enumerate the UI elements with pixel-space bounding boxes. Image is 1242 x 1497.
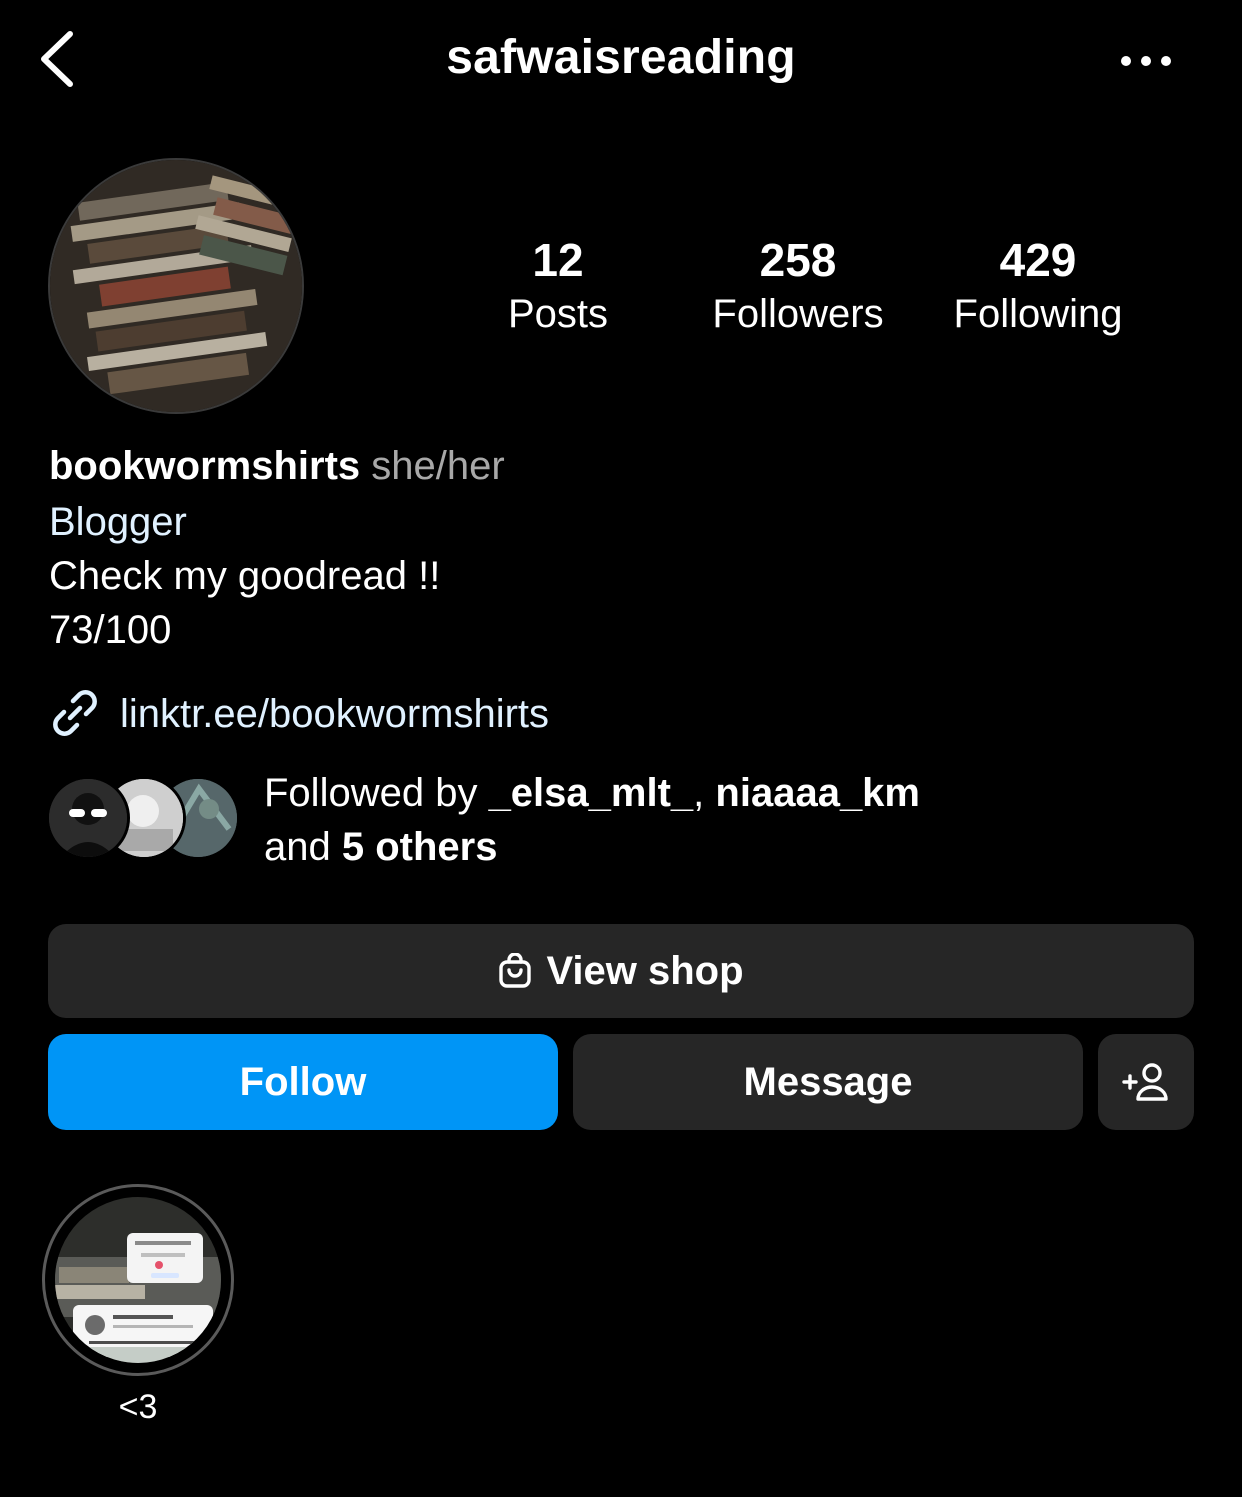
stat-following[interactable]: 429 Following — [918, 232, 1158, 340]
followers-label: Followers — [712, 292, 884, 336]
bio-text-line-1: Check my goodread !! — [49, 554, 441, 598]
mutual-others-count[interactable]: 5 others — [342, 825, 498, 869]
mutual-avatar-1 — [46, 776, 130, 860]
following-count: 429 — [999, 234, 1077, 286]
followed-by-and: and — [264, 825, 331, 869]
message-label: Message — [743, 1059, 913, 1104]
mutual-followers-avatars[interactable] — [46, 776, 246, 864]
view-shop-button[interactable]: View shop — [48, 924, 1194, 1018]
shopping-bag-icon — [498, 953, 532, 989]
stat-posts[interactable]: 12 Posts — [438, 232, 678, 340]
posts-label: Posts — [507, 292, 609, 336]
bio-link[interactable]: linktr.ee/bookwormshirts — [120, 688, 549, 740]
story-highlight[interactable] — [42, 1184, 234, 1376]
follow-label: Follow — [239, 1059, 367, 1104]
pronouns: she/her — [371, 444, 505, 488]
stat-followers[interactable]: 258 Followers — [678, 232, 918, 340]
highlight-cover-image — [55, 1197, 221, 1363]
mutual-user-2[interactable]: niaaaa_km — [715, 771, 920, 815]
profile-category: Blogger — [49, 500, 187, 544]
following-label: Following — [953, 292, 1123, 336]
highlight-label: <3 — [118, 1388, 158, 1426]
view-shop-label: View shop — [546, 948, 744, 993]
add-person-icon — [1122, 1062, 1170, 1102]
bio-text-line-2: 73/100 — [49, 608, 172, 652]
followed-by-prefix: Followed by — [264, 771, 478, 815]
display-name: bookwormshirts — [49, 444, 361, 488]
link-icon — [48, 686, 102, 740]
followed-by-text[interactable]: Followed by _elsa_mlt_, niaaaa_km and 5 … — [264, 766, 920, 874]
profile-avatar[interactable] — [48, 158, 304, 414]
followed-by-separator: , — [693, 771, 705, 815]
suggested-users-button[interactable] — [1098, 1034, 1194, 1130]
message-button[interactable]: Message — [573, 1034, 1083, 1130]
profile-username: safwaisreading — [446, 31, 796, 84]
mutual-user-1[interactable]: _elsa_mlt_ — [489, 771, 694, 815]
followers-count: 258 — [759, 234, 837, 286]
follow-button[interactable]: Follow — [48, 1034, 558, 1130]
more-options-icon[interactable] — [1118, 44, 1174, 78]
bio-name-row: bookwormshirts she/her — [49, 440, 505, 492]
posts-count: 12 — [532, 234, 584, 286]
